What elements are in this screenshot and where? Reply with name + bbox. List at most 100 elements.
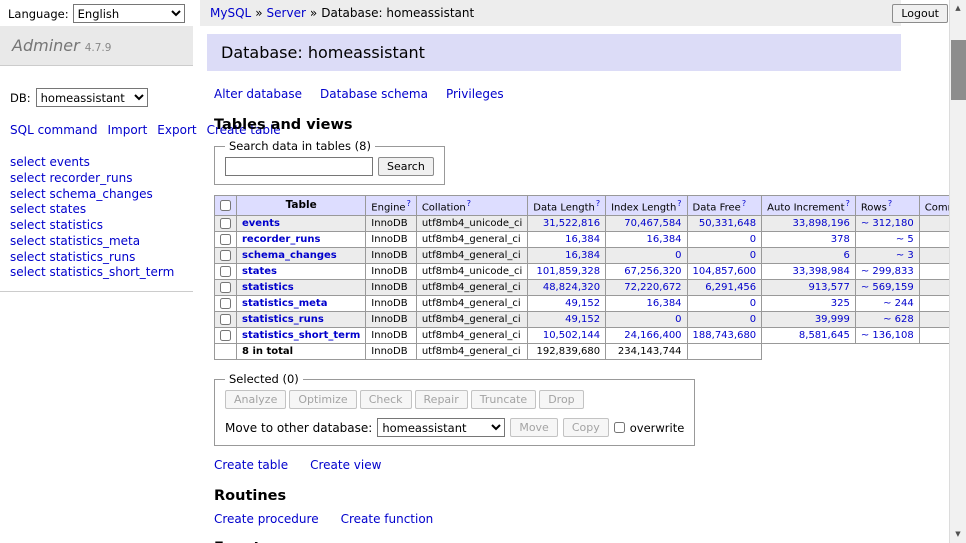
row-checkbox[interactable] <box>220 234 231 245</box>
check-button[interactable]: Check <box>360 390 412 409</box>
data-length-link[interactable]: 16,384 <box>565 250 600 261</box>
rows-count-link[interactable]: ~ 299,833 <box>861 266 914 277</box>
sidebar-link-import[interactable]: Import <box>107 123 147 137</box>
select-all-checkbox[interactable] <box>220 200 231 211</box>
create-procedure-link[interactable]: Create procedure <box>214 512 319 526</box>
sidebar-link-sql-command[interactable]: SQL command <box>10 123 97 137</box>
index-length-link[interactable]: 16,384 <box>647 298 682 309</box>
optimize-button[interactable]: Optimize <box>289 390 356 409</box>
row-checkbox[interactable] <box>220 314 231 325</box>
row-checkbox[interactable] <box>220 218 231 229</box>
auto-increment-link[interactable]: 33,898,196 <box>793 218 850 229</box>
row-checkbox[interactable] <box>220 250 231 261</box>
move-db-select[interactable]: homeassistant <box>377 418 505 437</box>
auto-increment-link[interactable]: 33,398,984 <box>793 266 850 277</box>
move-button[interactable]: Move <box>510 418 558 437</box>
sidebar-select-statistics[interactable]: select statistics <box>10 219 183 234</box>
rows-count-link[interactable]: ~ 3 <box>896 250 914 261</box>
sidebar-select-recorder-runs[interactable]: select recorder_runs <box>10 172 183 187</box>
truncate-button[interactable]: Truncate <box>471 390 536 409</box>
data-length-link[interactable]: 16,384 <box>565 234 600 245</box>
overwrite-checkbox[interactable] <box>614 422 625 433</box>
rows-count-link[interactable]: ~ 136,108 <box>861 330 914 341</box>
sidebar-select-statistics-short-term[interactable]: select statistics_short_term <box>10 266 183 281</box>
row-checkbox[interactable] <box>220 282 231 293</box>
data-length-link[interactable]: 101,859,328 <box>536 266 600 277</box>
index-length-link[interactable]: 67,256,320 <box>624 266 681 277</box>
index-length-link[interactable]: 0 <box>675 250 681 261</box>
auto-increment-link[interactable]: 378 <box>831 234 850 245</box>
privileges-link[interactable]: Privileges <box>446 87 504 101</box>
data-free-link[interactable]: 0 <box>750 314 756 325</box>
data-free-link[interactable]: 50,331,648 <box>699 218 756 229</box>
data-length-link[interactable]: 49,152 <box>565 298 600 309</box>
drop-button[interactable]: Drop <box>539 390 583 409</box>
scroll-up-icon[interactable]: ▲ <box>950 0 966 17</box>
table-name-link[interactable]: statistics_runs <box>242 314 324 325</box>
index-length-link[interactable]: 72,220,672 <box>624 282 681 293</box>
data-free-link[interactable]: 188,743,680 <box>693 330 757 341</box>
data-free-link[interactable]: 6,291,456 <box>705 282 756 293</box>
row-checkbox[interactable] <box>220 298 231 309</box>
sidebar-link-export[interactable]: Export <box>157 123 196 137</box>
db-select[interactable]: homeassistant <box>36 88 148 107</box>
logout-button[interactable]: Logout <box>892 4 948 23</box>
row-checkbox[interactable] <box>220 266 231 277</box>
auto-increment-link[interactable]: 6 <box>843 250 849 261</box>
data-free-link[interactable]: 104,857,600 <box>693 266 757 277</box>
index-length-link[interactable]: 70,467,584 <box>624 218 681 229</box>
data-length-link[interactable]: 49,152 <box>565 314 600 325</box>
data-length-link[interactable]: 48,824,320 <box>543 282 600 293</box>
sidebar-select-schema-changes[interactable]: select schema_changes <box>10 188 183 203</box>
rows-count-link[interactable]: ~ 628 <box>883 314 914 325</box>
table-name-link[interactable]: recorder_runs <box>242 234 320 245</box>
breadcrumb-link[interactable]: MySQL <box>210 6 251 20</box>
rows-count-link[interactable]: ~ 569,159 <box>861 282 914 293</box>
search-input[interactable] <box>225 157 373 176</box>
table-name-link[interactable]: statistics_meta <box>242 298 327 309</box>
sidebar-select-statistics-meta[interactable]: select statistics_meta <box>10 235 183 250</box>
alter-database-link[interactable]: Alter database <box>214 87 302 101</box>
scroll-down-icon[interactable]: ▼ <box>950 526 966 543</box>
data-free-link[interactable]: 0 <box>750 250 756 261</box>
sidebar-select-states[interactable]: select states <box>10 203 183 218</box>
data-free-link[interactable]: 0 <box>750 234 756 245</box>
scrollbar-thumb[interactable] <box>951 40 966 100</box>
rows-count-link[interactable]: ~ 5 <box>896 234 914 245</box>
index-length-link[interactable]: 16,384 <box>647 234 682 245</box>
index-length-link[interactable]: 24,166,400 <box>624 330 681 341</box>
breadcrumb-link[interactable]: Server <box>267 6 306 20</box>
vertical-scrollbar[interactable]: ▲ ▼ <box>949 0 966 543</box>
rows-count-link[interactable]: ~ 244 <box>883 298 914 309</box>
sidebar-select-statistics-runs[interactable]: select statistics_runs <box>10 251 183 266</box>
data-free-link[interactable]: 0 <box>750 298 756 309</box>
language-select[interactable]: English <box>73 4 185 23</box>
sidebar-select-events[interactable]: select events <box>10 156 183 171</box>
row-checkbox[interactable] <box>220 330 231 341</box>
copy-button[interactable]: Copy <box>563 418 609 437</box>
table-name-link[interactable]: states <box>242 266 277 277</box>
table-name-link[interactable]: events <box>242 218 280 229</box>
column-help-icon[interactable]: ? <box>467 199 471 208</box>
column-help-icon[interactable]: ? <box>846 199 850 208</box>
index-length-link[interactable]: 0 <box>675 314 681 325</box>
column-help-icon[interactable]: ? <box>596 199 600 208</box>
analyze-button[interactable]: Analyze <box>225 390 286 409</box>
table-name-link[interactable]: statistics <box>242 282 294 293</box>
data-length-link[interactable]: 31,522,816 <box>543 218 600 229</box>
column-help-icon[interactable]: ? <box>407 199 411 208</box>
column-help-icon[interactable]: ? <box>742 199 746 208</box>
table-name-link[interactable]: statistics_short_term <box>242 330 360 341</box>
create-function-link[interactable]: Create function <box>341 512 434 526</box>
repair-button[interactable]: Repair <box>415 390 468 409</box>
database-schema-link[interactable]: Database schema <box>320 87 428 101</box>
table-name-link[interactable]: schema_changes <box>242 250 337 261</box>
column-help-icon[interactable]: ? <box>888 199 892 208</box>
create-view-link[interactable]: Create view <box>310 458 381 472</box>
auto-increment-link[interactable]: 39,999 <box>815 314 850 325</box>
auto-increment-link[interactable]: 325 <box>831 298 850 309</box>
auto-increment-link[interactable]: 8,581,645 <box>799 330 850 341</box>
auto-increment-link[interactable]: 913,577 <box>808 282 849 293</box>
column-help-icon[interactable]: ? <box>677 199 681 208</box>
create-table-link[interactable]: Create table <box>214 458 288 472</box>
